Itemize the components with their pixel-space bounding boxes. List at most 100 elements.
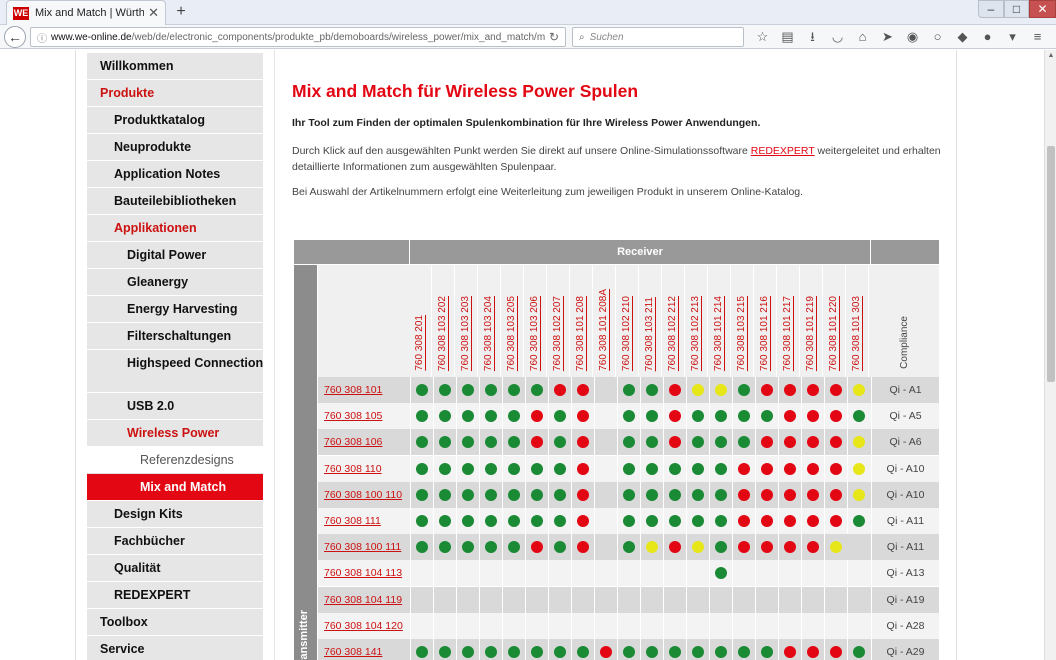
receiver-part-link[interactable]: 760 308 101 217 (782, 296, 793, 371)
status-dot-green[interactable] (623, 410, 635, 423)
status-dot-green[interactable] (462, 410, 474, 423)
status-dot-green[interactable] (761, 410, 773, 423)
matrix-cell[interactable] (525, 534, 548, 561)
matrix-cell[interactable] (847, 481, 870, 508)
status-dot-green[interactable] (508, 488, 520, 501)
status-dot-red[interactable] (600, 646, 612, 658)
status-dot-yellow[interactable] (715, 384, 727, 396)
status-dot-red[interactable] (577, 410, 589, 423)
status-dot-green[interactable] (485, 541, 497, 554)
sidebar-item-digital-power[interactable]: Digital Power (87, 242, 263, 269)
matrix-cell[interactable] (801, 639, 824, 660)
status-dot-green[interactable] (439, 646, 451, 658)
hamburger-menu-icon[interactable]: ≡ (1025, 28, 1050, 46)
status-dot-green[interactable] (853, 646, 865, 658)
matrix-cell[interactable] (663, 481, 686, 508)
status-dot-green[interactable] (623, 488, 635, 501)
receiver-part-link[interactable]: 760 308 101 303 (851, 296, 862, 371)
status-dot-green[interactable] (462, 488, 474, 501)
matrix-cell[interactable] (433, 639, 456, 660)
matrix-cell[interactable] (479, 429, 502, 456)
status-dot-red[interactable] (830, 384, 842, 396)
sidebar-item-highspeed-connection[interactable]: Highspeed Connection (87, 350, 263, 393)
status-dot-green[interactable] (692, 410, 704, 423)
sidebar-item-applikationen[interactable]: Applikationen (87, 215, 263, 242)
status-dot-green[interactable] (462, 384, 474, 396)
matrix-cell[interactable] (801, 455, 824, 482)
matrix-cell[interactable] (502, 403, 525, 430)
receiver-part-link[interactable]: 760 308 103 204 (483, 296, 494, 371)
matrix-cell[interactable] (847, 429, 870, 456)
receiver-part-link[interactable]: 760 308 101 208 (575, 296, 586, 371)
matrix-cell[interactable] (410, 639, 433, 660)
matrix-cell[interactable] (433, 534, 456, 561)
receiver-part-link[interactable]: 760 308 101 208A (598, 289, 609, 371)
matrix-cell[interactable] (709, 403, 732, 430)
matrix-cell[interactable] (456, 534, 479, 561)
matrix-cell[interactable] (617, 639, 640, 660)
status-dot-green[interactable] (416, 436, 428, 449)
status-dot-red[interactable] (669, 541, 681, 554)
matrix-cell[interactable] (663, 403, 686, 430)
status-dot-red[interactable] (784, 462, 796, 475)
matrix-cell[interactable] (571, 481, 594, 508)
status-dot-green[interactable] (669, 646, 681, 658)
status-dot-green[interactable] (531, 646, 543, 658)
status-dot-green[interactable] (692, 436, 704, 449)
extension-icon[interactable]: ● (975, 28, 1000, 46)
redexpert-link[interactable]: REDEXPERT (751, 145, 815, 157)
matrix-cell[interactable] (732, 429, 755, 456)
matrix-cell[interactable] (433, 429, 456, 456)
status-dot-green[interactable] (531, 462, 543, 475)
chat-icon[interactable]: ○ (925, 28, 950, 46)
matrix-cell[interactable] (525, 403, 548, 430)
sidebar-item-willkommen[interactable]: Willkommen (87, 53, 263, 80)
status-dot-green[interactable] (554, 462, 566, 475)
sidebar-item-usb-2-0[interactable]: USB 2.0 (87, 393, 263, 420)
matrix-cell[interactable] (709, 508, 732, 534)
receiver-part-link[interactable]: 760 308 101 216 (759, 296, 770, 371)
status-dot-green[interactable] (416, 488, 428, 501)
matrix-cell[interactable] (824, 455, 847, 482)
sidebar-item-produktkatalog[interactable]: Produktkatalog (87, 107, 263, 134)
matrix-cell[interactable] (778, 534, 801, 561)
status-dot-yellow[interactable] (853, 436, 865, 449)
status-dot-red[interactable] (830, 462, 842, 475)
matrix-cell[interactable] (410, 403, 433, 430)
scroll-up-arrow-icon[interactable]: ▲ (1045, 50, 1056, 62)
status-dot-red[interactable] (531, 541, 543, 554)
reload-icon[interactable]: ↻ (549, 30, 559, 44)
matrix-cell[interactable] (686, 481, 709, 508)
status-dot-red[interactable] (784, 436, 796, 449)
status-dot-green[interactable] (462, 541, 474, 554)
matrix-cell[interactable] (801, 377, 824, 403)
matrix-cell[interactable] (640, 455, 663, 482)
matrix-cell[interactable] (778, 481, 801, 508)
status-dot-green[interactable] (715, 462, 727, 475)
matrix-cell[interactable] (456, 508, 479, 534)
status-dot-green[interactable] (646, 384, 658, 396)
status-dot-green[interactable] (416, 384, 428, 396)
receiver-part-link[interactable]: 760 308 102 210 (621, 296, 632, 371)
matrix-cell[interactable] (571, 508, 594, 534)
matrix-cell[interactable] (755, 639, 778, 660)
sidebar-item-gleanergy[interactable]: Gleanergy (87, 269, 263, 296)
matrix-cell[interactable] (686, 377, 709, 403)
matrix-cell[interactable] (548, 377, 571, 403)
transmitter-part-link[interactable]: 760 308 100 110 (324, 489, 402, 501)
matrix-cell[interactable] (686, 455, 709, 482)
matrix-cell[interactable] (617, 455, 640, 482)
matrix-cell[interactable] (847, 508, 870, 534)
matrix-cell[interactable] (755, 534, 778, 561)
matrix-cell[interactable] (824, 508, 847, 534)
status-dot-green[interactable] (715, 646, 727, 658)
status-dot-green[interactable] (485, 436, 497, 449)
status-dot-green[interactable] (853, 515, 865, 527)
close-window-button[interactable]: ✕ (1029, 0, 1056, 18)
matrix-cell[interactable] (548, 403, 571, 430)
matrix-cell[interactable] (801, 403, 824, 430)
matrix-cell[interactable] (755, 403, 778, 430)
matrix-cell[interactable] (617, 377, 640, 403)
matrix-cell[interactable] (525, 377, 548, 403)
status-dot-red[interactable] (761, 436, 773, 449)
